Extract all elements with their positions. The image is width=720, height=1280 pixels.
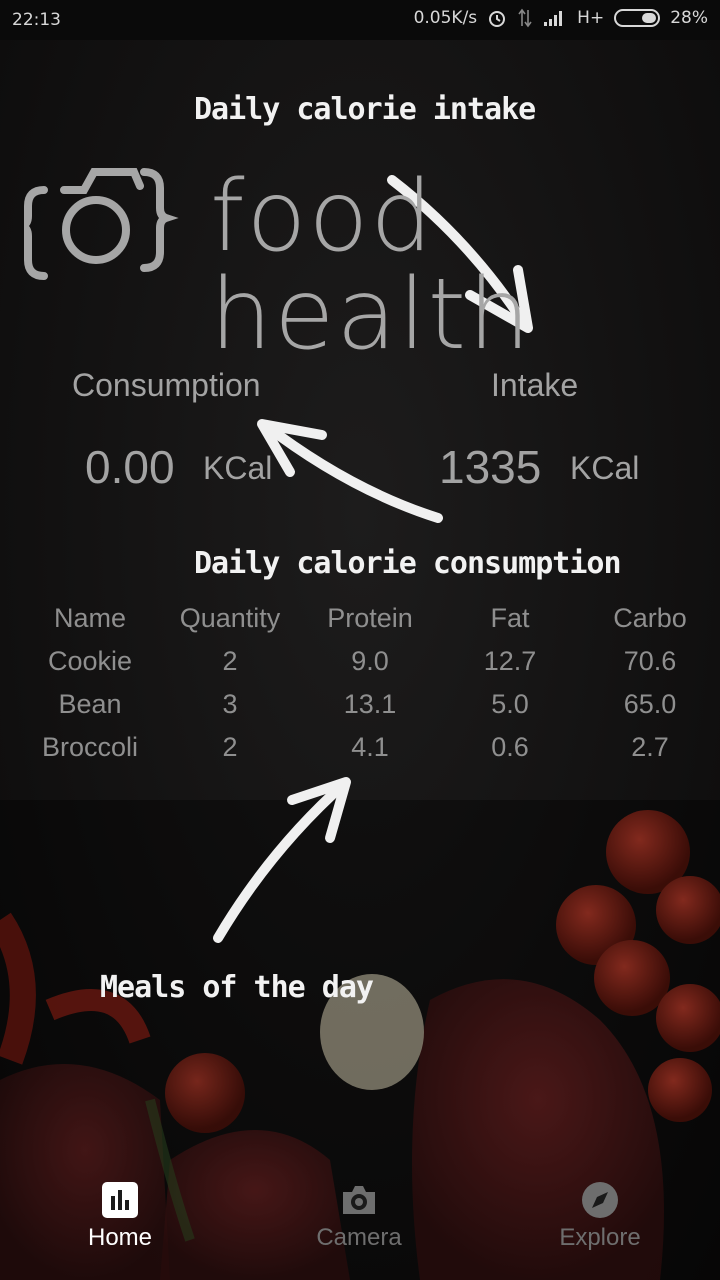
- column-header-fat: Fat: [490, 603, 530, 633]
- table-row[interactable]: Bean 3 13.1 5.0 65.0: [20, 683, 720, 726]
- consumption-label: Consumption: [72, 367, 261, 403]
- column-header-name: Name: [53, 603, 127, 633]
- camera-icon: [343, 1186, 375, 1214]
- meal-name: Broccoli: [41, 732, 139, 762]
- column-header-protein: Protein: [327, 603, 413, 633]
- meal-fat: 12.7: [483, 646, 537, 676]
- table-row[interactable]: Broccoli 2 4.1 0.6 2.7: [20, 726, 720, 769]
- nav-home[interactable]: Home: [40, 1180, 200, 1252]
- meal-quantity: 3: [222, 689, 238, 719]
- meals-annotation: Meals of the day: [100, 970, 374, 1005]
- consumption-value: 0.00: [85, 441, 175, 493]
- intake-value: 1335: [439, 441, 542, 493]
- nav-home-label: Home: [87, 1224, 153, 1251]
- bottom-navigation: Home Camera Explore: [0, 1170, 720, 1280]
- meals-table: Name Quantity Protein Fat Carbo Cookie 2…: [20, 597, 720, 769]
- nav-explore-label: Explore: [559, 1224, 641, 1251]
- meal-quantity: 2: [222, 732, 238, 762]
- bar-chart-icon: [102, 1182, 138, 1218]
- meal-name: Bean: [58, 689, 122, 719]
- meal-fat: 5.0: [491, 689, 529, 719]
- column-header-carbo: Carbo: [613, 603, 687, 633]
- intake-unit: KCal: [570, 450, 640, 486]
- meal-fat: 0.6: [491, 732, 529, 762]
- intake-annotation: Daily calorie intake: [194, 92, 536, 127]
- intake-label: Intake: [491, 367, 579, 403]
- table-header-row: Name Quantity Protein Fat Carbo: [20, 597, 720, 640]
- meal-protein: 9.0: [351, 646, 389, 676]
- logo-text: food health: [210, 160, 533, 372]
- meal-protein: 4.1: [351, 732, 389, 762]
- consumption-unit: KCal: [203, 450, 273, 486]
- meal-carbo: 2.7: [631, 732, 669, 762]
- meal-carbo: 65.0: [623, 689, 677, 719]
- nav-camera-label: Camera: [316, 1224, 402, 1251]
- nav-camera[interactable]: Camera: [279, 1180, 439, 1252]
- meal-carbo: 70.6: [623, 646, 677, 676]
- logo-camera-icon: [24, 168, 179, 280]
- meal-protein: 13.1: [343, 689, 397, 719]
- column-header-quantity: Quantity: [179, 603, 281, 633]
- meal-quantity: 2: [222, 646, 238, 676]
- meal-name: Cookie: [47, 646, 133, 676]
- table-row[interactable]: Cookie 2 9.0 12.7 70.6: [20, 640, 720, 683]
- consumption-annotation: Daily calorie consumption: [194, 546, 622, 581]
- nav-explore[interactable]: Explore: [520, 1180, 680, 1252]
- compass-icon: [582, 1182, 618, 1218]
